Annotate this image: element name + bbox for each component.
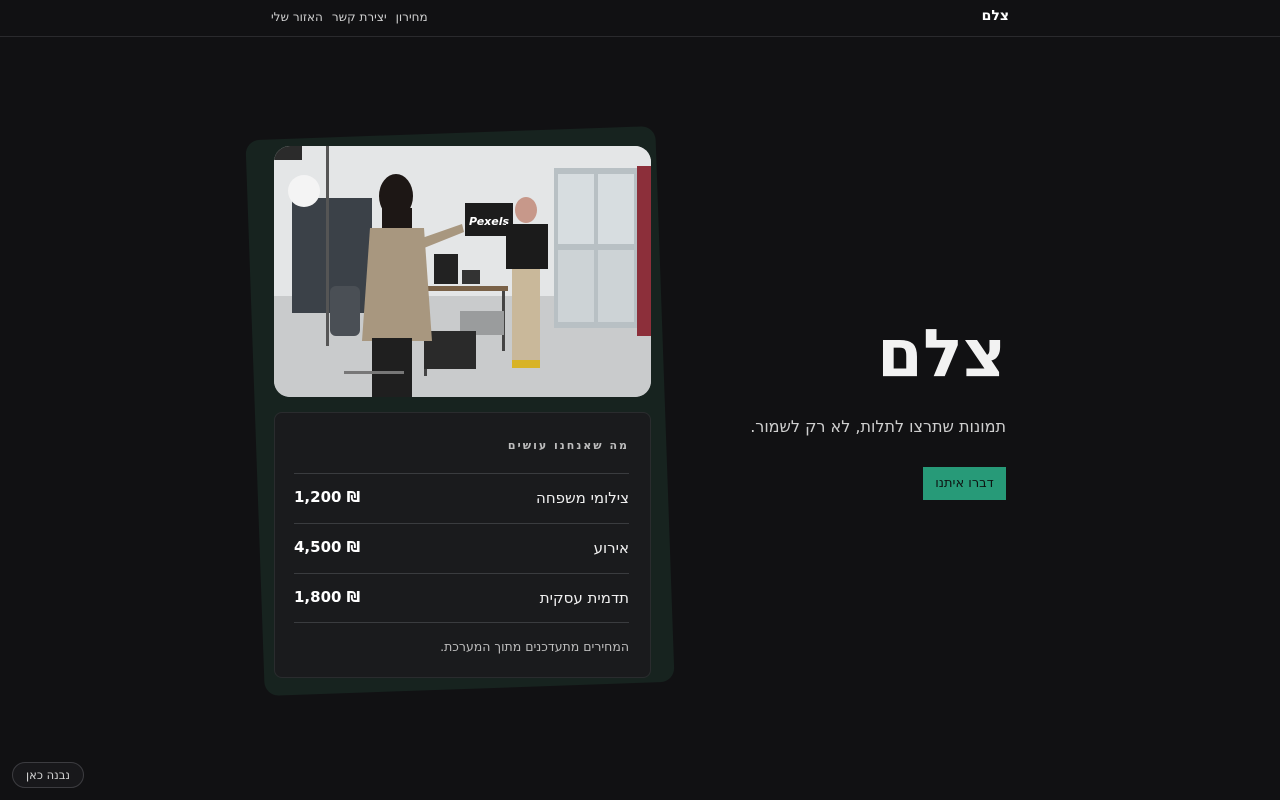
divider <box>294 622 629 623</box>
price-row-name: אירוע <box>593 539 629 557</box>
pricing-heading: מה שאנחנו עושים <box>507 439 629 452</box>
price-row-value: ₪ 1,200 <box>294 488 361 506</box>
nav-item-contact[interactable]: יצירת קשר <box>332 10 387 24</box>
studio-photo: Pexels <box>274 146 651 397</box>
price-row-event: אירוע ₪ 4,500 <box>294 523 629 573</box>
sign-text: Pexels <box>469 215 510 228</box>
built-here-badge[interactable]: נבנה כאן <box>12 762 84 788</box>
hero-subtitle: תמונות שתרצו לתלות, לא רק לשמור. <box>750 417 1006 436</box>
nav-item-pricing[interactable]: מחירון <box>396 10 428 24</box>
pricing-note: המחירים מתעדכנים מתוך המערכת. <box>440 639 629 654</box>
main-nav: מחירון יצירת קשר האזור שלי <box>271 10 428 24</box>
price-row-name: תדמית עסקית <box>539 589 629 607</box>
top-bar: צלם מחירון יצירת קשר האזור שלי <box>0 0 1280 37</box>
pricing-card: מה שאנחנו עושים צילומי משפחה ₪ 1,200 איר… <box>274 412 651 678</box>
hero-title: צלם <box>877 315 1006 392</box>
contact-us-button[interactable]: דברו איתנו <box>923 467 1006 500</box>
price-row-value: ₪ 4,500 <box>294 538 361 556</box>
price-row-value: ₪ 1,800 <box>294 588 361 606</box>
price-row-name: צילומי משפחה <box>536 489 629 507</box>
price-row-business: תדמית עסקית ₪ 1,800 <box>294 573 629 623</box>
price-row-family: צילומי משפחה ₪ 1,200 <box>294 473 629 523</box>
site-logo[interactable]: צלם <box>982 8 1009 24</box>
nav-item-my-area[interactable]: האזור שלי <box>271 10 323 24</box>
